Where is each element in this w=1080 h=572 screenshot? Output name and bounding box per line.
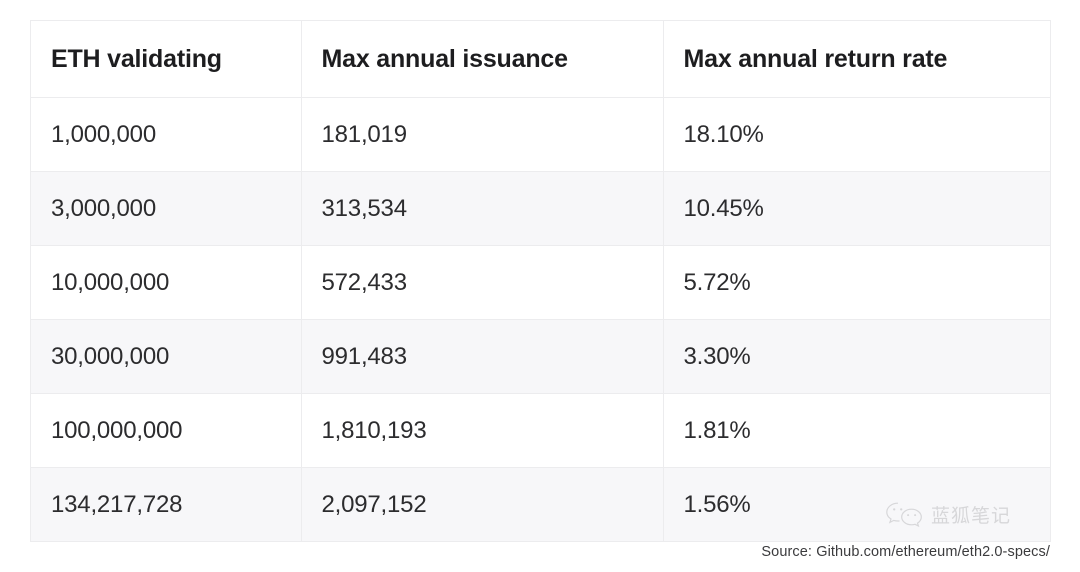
cell-eth-validating: 134,217,728 [31, 468, 301, 542]
cell-eth-validating: 3,000,000 [31, 172, 301, 246]
cell-eth-validating: 30,000,000 [31, 320, 301, 394]
source-caption: Source: Github.com/ethereum/eth2.0-specs… [761, 544, 1050, 560]
table-figure: ETH validating Max annual issuance Max a… [0, 0, 1080, 572]
cell-max-annual-return-rate: 1.81% [663, 394, 1050, 468]
cell-max-annual-issuance: 1,810,193 [301, 394, 663, 468]
table-row: 100,000,000 1,810,193 1.81% [31, 394, 1050, 468]
cell-eth-validating: 1,000,000 [31, 98, 301, 172]
table-body: 1,000,000 181,019 18.10% 3,000,000 313,5… [31, 98, 1050, 542]
issuance-table-container: ETH validating Max annual issuance Max a… [30, 20, 1051, 542]
cell-max-annual-return-rate: 10.45% [663, 172, 1050, 246]
table-row: 30,000,000 991,483 3.30% [31, 320, 1050, 394]
cell-max-annual-return-rate: 5.72% [663, 246, 1050, 320]
cell-max-annual-return-rate: 1.56% [663, 468, 1050, 542]
cell-eth-validating: 10,000,000 [31, 246, 301, 320]
table-header: ETH validating Max annual issuance Max a… [31, 21, 1050, 98]
table-row: 134,217,728 2,097,152 1.56% [31, 468, 1050, 542]
cell-max-annual-return-rate: 18.10% [663, 98, 1050, 172]
cell-max-annual-return-rate: 3.30% [663, 320, 1050, 394]
cell-max-annual-issuance: 313,534 [301, 172, 663, 246]
cell-max-annual-issuance: 572,433 [301, 246, 663, 320]
cell-max-annual-issuance: 181,019 [301, 98, 663, 172]
table-row: 10,000,000 572,433 5.72% [31, 246, 1050, 320]
cell-max-annual-issuance: 2,097,152 [301, 468, 663, 542]
column-header-max-annual-return-rate: Max annual return rate [663, 21, 1050, 98]
eth-issuance-table: ETH validating Max annual issuance Max a… [31, 21, 1050, 541]
column-header-max-annual-issuance: Max annual issuance [301, 21, 663, 98]
column-header-eth-validating: ETH validating [31, 21, 301, 98]
table-row: 1,000,000 181,019 18.10% [31, 98, 1050, 172]
cell-eth-validating: 100,000,000 [31, 394, 301, 468]
cell-max-annual-issuance: 991,483 [301, 320, 663, 394]
table-header-row: ETH validating Max annual issuance Max a… [31, 21, 1050, 98]
table-row: 3,000,000 313,534 10.45% [31, 172, 1050, 246]
